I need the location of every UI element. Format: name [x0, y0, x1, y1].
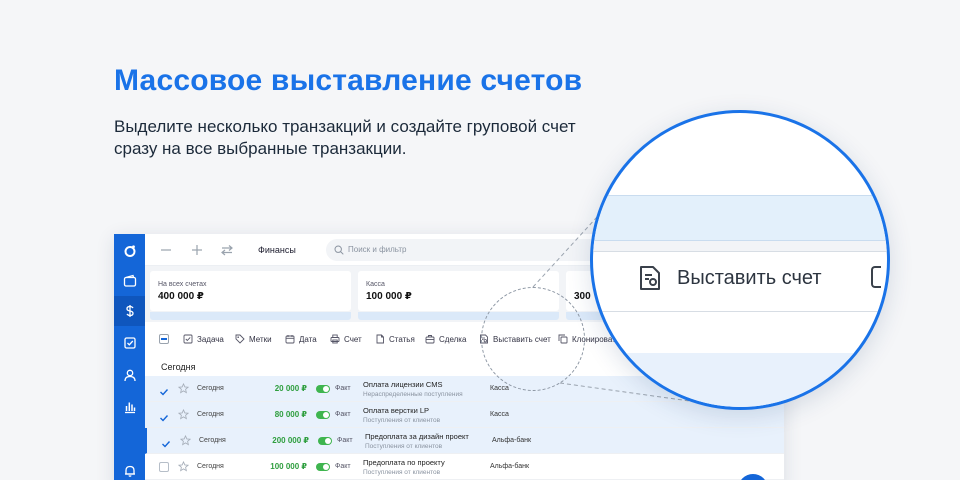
minus-icon[interactable] [159, 243, 173, 257]
search-icon [334, 245, 344, 255]
card-value: 100 000 ₽ [366, 291, 412, 302]
page-title: Финансы [258, 245, 296, 255]
row-category: Поступления от клиентов [363, 417, 441, 424]
fact-toggle[interactable] [316, 411, 330, 419]
bar-chart-icon[interactable] [114, 392, 145, 422]
toolbar-label: Дата [299, 334, 317, 344]
sidebar [114, 234, 145, 480]
row-title: Оплата верстки LP [363, 406, 430, 415]
divider [593, 251, 887, 252]
row-status: Факт [335, 411, 351, 418]
toolbar-label: Сделка [439, 334, 467, 344]
row-status: Факт [337, 437, 353, 444]
fact-toggle[interactable] [316, 385, 330, 393]
card-progress [150, 312, 351, 320]
toolbar-category-button[interactable]: Статья [375, 334, 415, 344]
row-category: Нераспределенные поступления [363, 391, 463, 398]
zoom-magnifier: Выставить счет [590, 110, 890, 410]
card-label: На всех счетах [158, 281, 207, 288]
row-checkbox[interactable] [159, 462, 169, 472]
zoomed-invoice-button[interactable]: Выставить счет [637, 265, 822, 291]
zoom-source-circle [481, 287, 585, 391]
document-icon [376, 334, 384, 344]
zoomed-gap [593, 241, 887, 251]
bell-icon[interactable] [114, 456, 145, 480]
fact-toggle[interactable] [318, 437, 332, 445]
toolbar-task-button[interactable]: Задача [183, 334, 224, 344]
row-amount: 80 000 ₽ [274, 410, 307, 419]
star-icon[interactable] [178, 383, 189, 394]
row-category: Поступления от клиентов [365, 443, 443, 450]
row-status: Факт [335, 385, 351, 392]
invoice-icon [640, 266, 660, 290]
table-row[interactable]: Сегодня 100 000 ₽ Факт Предоплата по про… [145, 454, 784, 480]
task-check-icon [183, 334, 193, 344]
plus-icon[interactable] [190, 243, 204, 257]
search-placeholder: Поиск и фильтр [348, 245, 407, 254]
row-date: Сегодня [199, 437, 226, 444]
star-icon[interactable] [178, 461, 189, 472]
row-amount: 20 000 ₽ [274, 384, 307, 393]
wallet-icon[interactable] [114, 266, 145, 296]
task-check-icon[interactable] [114, 328, 145, 358]
row-date: Сегодня [197, 411, 224, 418]
dollar-icon[interactable] [114, 296, 145, 326]
star-icon[interactable] [180, 435, 191, 446]
row-title: Предоплата по проекту [363, 458, 445, 467]
row-amount: 100 000 ₽ [270, 462, 307, 471]
toolbar-account-button[interactable]: Счет [330, 334, 362, 344]
row-category: Поступления от клиентов [363, 469, 441, 476]
divider [593, 311, 887, 312]
hero-subtitle: Выделите несколько транзакций и создайте… [114, 117, 576, 158]
fact-toggle[interactable] [316, 463, 330, 471]
row-amount: 200 000 ₽ [272, 436, 309, 445]
row-checkbox[interactable] [161, 436, 171, 448]
logo-icon[interactable] [114, 236, 145, 266]
toolbar-deal-button[interactable]: Сделка [425, 334, 466, 344]
toolbar-label: Задача [197, 334, 224, 344]
row-account: Касса [490, 385, 509, 392]
row-checkbox[interactable] [159, 410, 169, 422]
row-date: Сегодня [197, 385, 224, 392]
card-label: Касса [366, 281, 385, 288]
row-account: Альфа-банк [492, 437, 532, 444]
card-value: 300 [574, 291, 591, 302]
user-icon[interactable] [114, 360, 145, 390]
balance-card[interactable]: На всех счетах 400 000 ₽ [150, 271, 351, 320]
transfer-icon[interactable] [220, 243, 234, 257]
toolbar-label: Статья [389, 334, 415, 344]
tag-icon [235, 334, 245, 344]
row-date: Сегодня [197, 463, 224, 470]
row-title: Предоплата за дизайн проект [365, 432, 469, 441]
section-title: Сегодня [161, 362, 196, 372]
calendar-icon [285, 335, 295, 344]
printer-icon [330, 334, 340, 344]
toolbar-date-button[interactable]: Дата [285, 334, 317, 344]
row-status: Факт [335, 463, 351, 470]
card-value: 400 000 ₽ [158, 291, 204, 302]
zoomed-row-band [593, 353, 887, 407]
toolbar-label: Метки [249, 334, 272, 344]
zoomed-next-icon-edge [871, 266, 881, 288]
zoomed-invoice-label: Выставить счет [677, 266, 822, 289]
star-icon[interactable] [178, 409, 189, 420]
row-title: Оплата лицензии CMS [363, 380, 443, 389]
hero-title: Массовое выставление счетов [114, 64, 583, 97]
select-all-checkbox[interactable] [159, 334, 169, 344]
zoomed-card-band [593, 195, 887, 241]
row-account: Касса [490, 411, 509, 418]
toolbar-tags-button[interactable]: Метки [235, 334, 272, 344]
toolbar-label: Счет [344, 334, 362, 344]
row-checkbox[interactable] [159, 384, 169, 396]
row-account: Альфа-банк [490, 463, 530, 470]
table-row[interactable]: Сегодня 200 000 ₽ Факт Предоплата за диз… [145, 428, 784, 454]
briefcase-icon [425, 335, 435, 344]
